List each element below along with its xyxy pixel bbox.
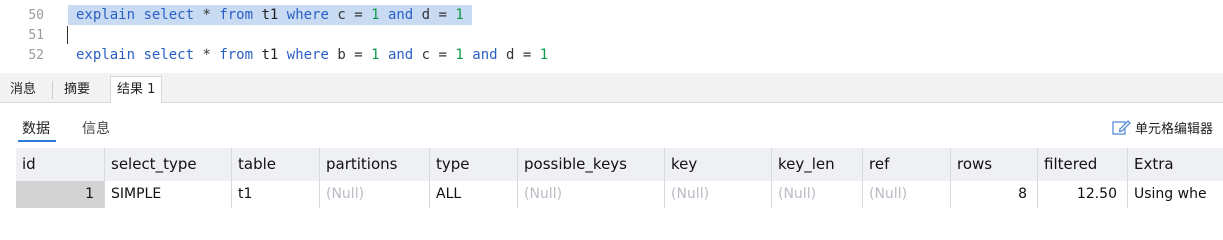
code-line-50-selected[interactable]: explain select * from t1 where c = 1 and…	[68, 5, 472, 25]
active-subtab-indicator	[18, 140, 56, 142]
code-token: *	[194, 7, 220, 23]
edit-icon	[1112, 120, 1131, 135]
code-token: and	[387, 47, 414, 63]
cell-key-len[interactable]: (Null)	[772, 181, 863, 208]
cell-filtered[interactable]: 12.50	[1038, 181, 1128, 208]
cell-ref[interactable]: (Null)	[863, 181, 951, 208]
cell-possible-keys[interactable]: (Null)	[518, 181, 665, 208]
cell-extra[interactable]: Using whe	[1128, 181, 1223, 208]
sql-editor[interactable]: 50 51 52 explain select * from t1 where …	[0, 0, 1223, 73]
result-tab-strip: 消息 摘要 结果 1	[0, 73, 1223, 103]
tab-summary[interactable]: 摘要	[58, 77, 96, 103]
code-token: from	[219, 7, 254, 23]
code-token: 1	[539, 47, 549, 63]
code-token: and	[472, 47, 498, 63]
line-number-gutter: 50 51 52	[0, 0, 52, 73]
cell-editor-label: 单元格编辑器	[1134, 121, 1213, 137]
cell-editor-button[interactable]: 单元格编辑器	[1111, 116, 1213, 138]
tab-divider	[52, 81, 53, 99]
code-token: 1	[371, 47, 380, 63]
grid-header-row: id select_type table partitions type pos…	[16, 148, 1223, 181]
cell-table[interactable]: t1	[232, 181, 320, 208]
subtab-info[interactable]: 信息	[82, 118, 110, 138]
code-token: 1	[455, 47, 464, 63]
result-subtabs: 数据 信息 单元格编辑器	[0, 104, 1223, 148]
code-token: explain	[76, 47, 136, 63]
col-header-table[interactable]: table	[232, 148, 320, 181]
code-token: 1	[371, 7, 380, 23]
col-header-type[interactable]: type	[430, 148, 518, 181]
code-token: where	[286, 7, 329, 23]
cell-rows[interactable]: 8	[951, 181, 1038, 208]
cell-partitions[interactable]: (Null)	[320, 181, 430, 208]
table-row[interactable]: 1 SIMPLE t1 (Null) ALL (Null) (Null) (Nu…	[16, 181, 1223, 208]
code-token: t1	[253, 7, 287, 23]
cell-key[interactable]: (Null)	[665, 181, 772, 208]
tab-result-1[interactable]: 结果 1	[110, 76, 163, 103]
code-token: c =	[328, 7, 372, 23]
code-token: *	[194, 47, 220, 63]
code-token: t1	[253, 47, 287, 63]
col-header-key[interactable]: key	[665, 148, 772, 181]
code-token: 1	[455, 7, 464, 23]
code-line-52[interactable]: explain select * from t1 where b = 1 and…	[76, 45, 548, 65]
code-token: where	[286, 47, 329, 63]
text-cursor	[67, 26, 68, 44]
code-token: explain	[76, 7, 136, 23]
cell-type[interactable]: ALL	[430, 181, 518, 208]
tab-messages[interactable]: 消息	[4, 77, 42, 103]
code-token: c =	[413, 47, 456, 63]
code-token: select	[143, 7, 195, 23]
col-header-id[interactable]: id	[16, 148, 105, 181]
code-token: select	[143, 47, 195, 63]
code-token: d =	[497, 47, 540, 63]
line-number-50: 50	[28, 8, 44, 23]
col-header-partitions[interactable]: partitions	[320, 148, 430, 181]
col-header-select-type[interactable]: select_type	[105, 148, 232, 181]
col-header-possible-keys[interactable]: possible_keys	[518, 148, 665, 181]
col-header-extra[interactable]: Extra	[1128, 148, 1223, 181]
code-token: from	[219, 47, 254, 63]
col-header-filtered[interactable]: filtered	[1038, 148, 1128, 181]
code-token: b =	[328, 47, 372, 63]
col-header-ref[interactable]: ref	[863, 148, 951, 181]
code-token: and	[387, 7, 414, 23]
cell-select-type[interactable]: SIMPLE	[105, 181, 232, 208]
col-header-rows[interactable]: rows	[951, 148, 1038, 181]
line-number-51: 51	[28, 28, 44, 43]
cell-id[interactable]: 1	[16, 181, 105, 208]
subtab-data[interactable]: 数据	[22, 118, 50, 138]
col-header-key-len[interactable]: key_len	[772, 148, 863, 181]
code-token: d =	[413, 7, 456, 23]
line-number-52: 52	[28, 48, 44, 63]
